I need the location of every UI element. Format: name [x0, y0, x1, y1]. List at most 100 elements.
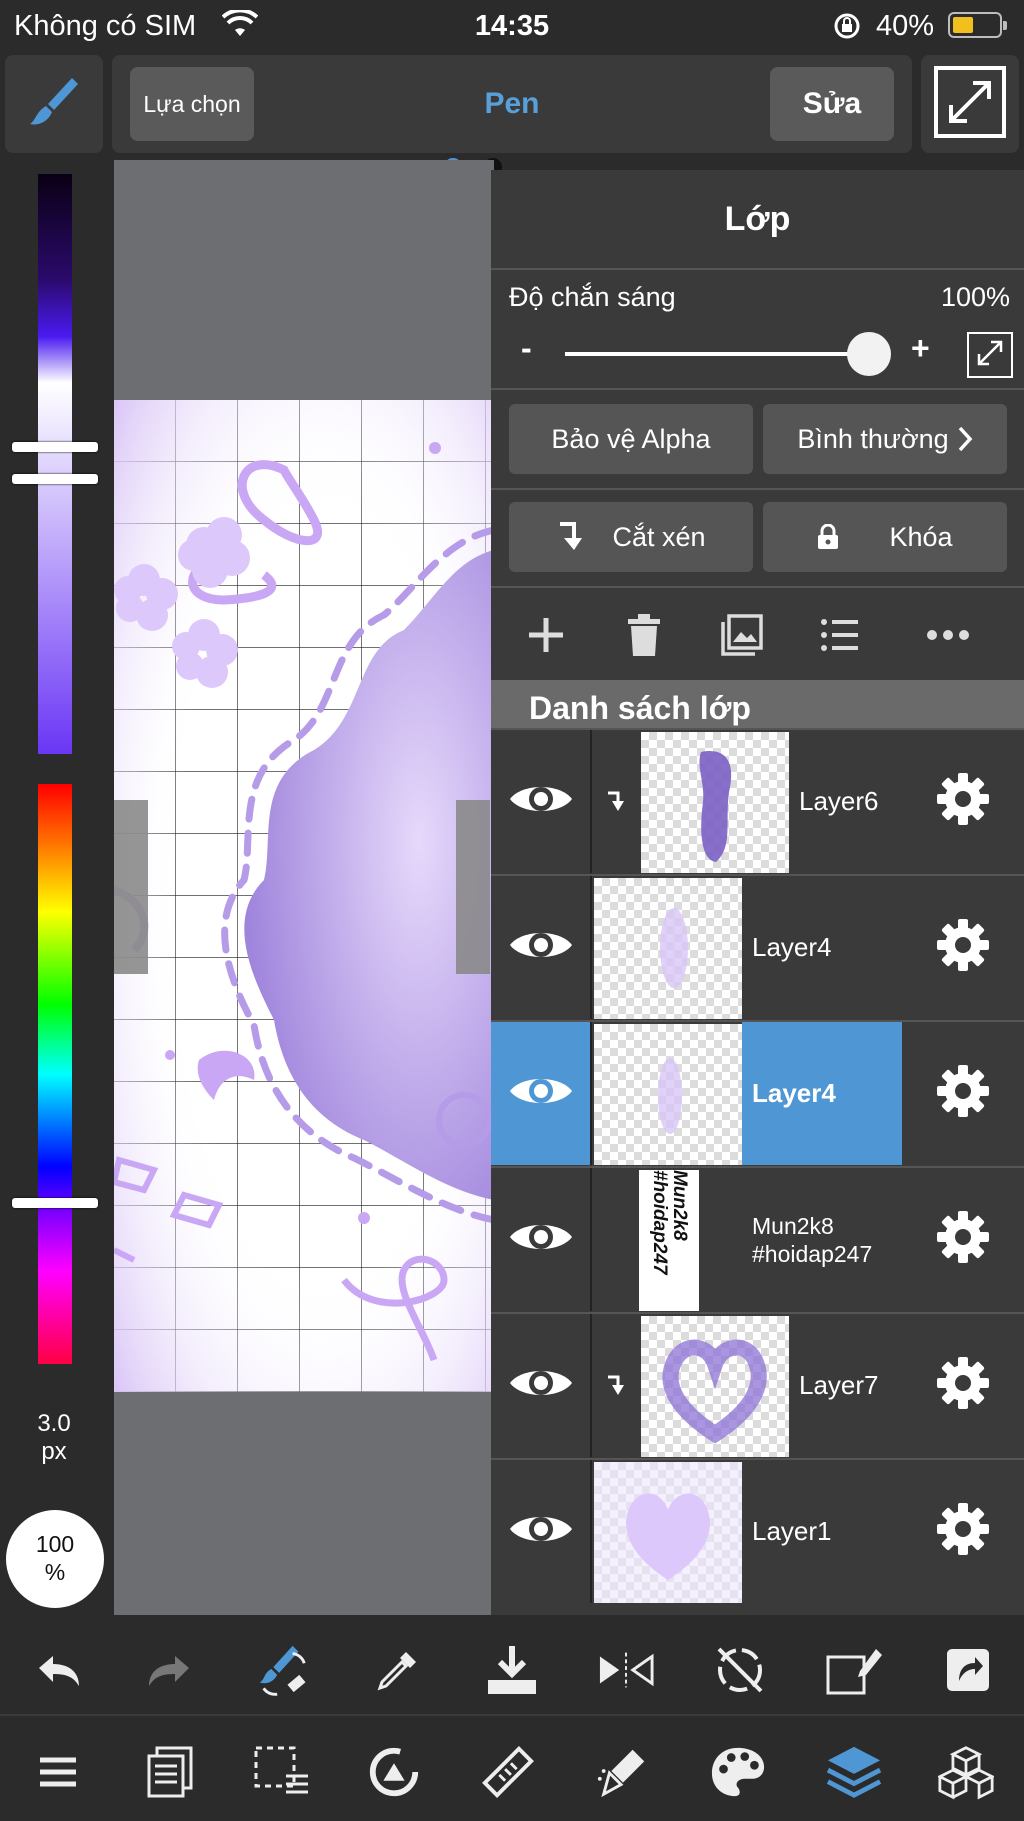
clipping-label: Cắt xén [612, 521, 706, 552]
layer-name: Mun2k8 #hoidap247 [752, 1212, 873, 1267]
canvas-area[interactable] [114, 160, 494, 1615]
opacity-decrease-button[interactable]: - [521, 330, 532, 367]
pages-icon[interactable] [142, 1744, 198, 1800]
filter-pen-icon[interactable] [594, 1744, 650, 1800]
visibility-toggle[interactable] [491, 1460, 592, 1603]
brush-size-unit: px [41, 1438, 67, 1465]
opacity-increase-button[interactable]: + [911, 330, 930, 367]
layer-row[interactable]: Mun2k8 #hoidap247 Mun2k8 #hoidap247 [491, 1166, 1024, 1311]
layer-opacity-slider-knob[interactable] [847, 332, 891, 376]
layer-settings-button[interactable] [902, 1022, 1024, 1165]
undo-icon[interactable] [30, 1642, 86, 1698]
brush-opacity-value: 100 [35, 1531, 75, 1557]
save-download-icon[interactable] [484, 1642, 540, 1698]
brush-opacity-unit: % [44, 1559, 66, 1585]
layers-icon[interactable] [826, 1744, 882, 1800]
layer-opacity-label: Độ chắn sáng [509, 282, 676, 312]
hue-slider-handle[interactable] [12, 1198, 98, 1208]
brush-opacity-button[interactable]: 100 % [6, 1510, 104, 1608]
clip-indicator-icon [592, 1314, 638, 1457]
layer-panel-title: Lớp [724, 200, 791, 238]
redo-icon[interactable] [142, 1642, 198, 1698]
layer-thumbnail [594, 1462, 742, 1603]
menu-icon[interactable] [30, 1744, 86, 1800]
lock-button[interactable]: Khóa [763, 502, 1007, 572]
layer-list-icon[interactable] [815, 610, 865, 660]
visibility-toggle[interactable] [491, 1022, 592, 1165]
brightness-slider-handle-bottom[interactable] [12, 474, 98, 484]
layer-actions-row [491, 590, 1024, 680]
blend-mode-label: Bình thường [797, 423, 949, 454]
ruler-icon[interactable] [480, 1744, 536, 1800]
gear-icon [935, 1063, 991, 1124]
panel-expand-button[interactable] [967, 332, 1013, 378]
eye-icon [508, 779, 574, 824]
layer-name: Layer4 [752, 932, 832, 962]
selection-tool-icon[interactable] [254, 1744, 310, 1800]
brush-icon [24, 72, 84, 137]
more-options-icon[interactable] [923, 610, 973, 660]
fullscreen-button[interactable] [921, 55, 1019, 153]
layer-settings-button[interactable] [902, 1460, 1024, 1603]
share-icon[interactable] [940, 1642, 996, 1698]
visibility-toggle[interactable] [491, 730, 592, 873]
visibility-toggle[interactable] [491, 1314, 592, 1457]
brightness-slider-handle-top[interactable] [12, 442, 98, 452]
alpha-protect-button[interactable]: Bảo vệ Alpha [509, 404, 753, 474]
layer-thumbnail [641, 732, 789, 873]
layer-settings-button[interactable] [902, 876, 1024, 1019]
import-image-icon[interactable] [717, 610, 767, 660]
lock-label: Khóa [889, 521, 953, 552]
alpha-protect-label: Bảo vệ Alpha [551, 423, 711, 454]
add-layer-icon[interactable] [521, 610, 571, 660]
eyedropper-icon[interactable] [370, 1642, 426, 1698]
rotate-lock-off-icon[interactable] [712, 1642, 768, 1698]
delete-layer-icon[interactable] [619, 610, 669, 660]
rotate-canvas-icon[interactable] [366, 1744, 422, 1800]
layer-row[interactable]: Layer4 [491, 874, 1024, 1019]
clipping-icon [556, 522, 583, 552]
layer-row-selected[interactable]: Layer4 [491, 1020, 1024, 1165]
layer-name: Layer6 [799, 786, 879, 816]
artboard[interactable] [114, 400, 494, 1392]
layer-panel: Lớp Độ chắn sáng 100% - + Bảo vệ Alpha B… [491, 170, 1024, 1615]
canvas-left-scroll-tab[interactable] [114, 800, 148, 974]
gear-icon [935, 1355, 991, 1416]
action-toolbar [0, 1620, 1024, 1716]
brightness-slider[interactable] [38, 174, 72, 754]
layer-opacity-slider[interactable] [565, 352, 865, 356]
rotation-lock-icon [832, 11, 862, 46]
transform-edit-icon[interactable] [826, 1642, 882, 1698]
edit-button[interactable]: Sửa [770, 67, 894, 141]
layer-row[interactable]: Layer1 [491, 1458, 1024, 1603]
brush-size-value: 3.0 [37, 1410, 71, 1437]
layer-row[interactable]: Layer7 [491, 1312, 1024, 1457]
visibility-toggle[interactable] [491, 876, 592, 1019]
brush-tool-button[interactable] [5, 55, 103, 153]
layer-name: Layer7 [799, 1370, 879, 1400]
gear-icon [935, 1209, 991, 1270]
brush-eraser-switch-icon[interactable] [254, 1642, 310, 1698]
canvas-right-scroll-tab[interactable] [456, 800, 490, 974]
top-toolbar: Lựa chọn Pen Sửa [112, 55, 912, 153]
battery-percent: 40% [876, 10, 935, 42]
layer-settings-button[interactable] [902, 1168, 1024, 1311]
layer-row[interactable]: Layer6 [491, 728, 1024, 873]
color-palette-icon[interactable] [710, 1744, 766, 1800]
gear-icon [935, 917, 991, 978]
clipping-button[interactable]: Cắt xén [509, 502, 753, 572]
layer-settings-button[interactable] [902, 730, 1024, 873]
eye-icon [508, 1217, 574, 1262]
artwork-illustration [114, 400, 494, 1392]
layer-name: Layer1 [752, 1516, 832, 1546]
flip-horizontal-icon[interactable] [598, 1642, 654, 1698]
status-bar: Không có SIM 14:35 40% [0, 0, 1024, 52]
layer-settings-button[interactable] [902, 1314, 1024, 1457]
brush-size-readout[interactable]: 3.0 px [0, 1410, 108, 1466]
hue-slider[interactable] [38, 784, 72, 1364]
eye-icon [508, 1363, 574, 1408]
battery-icon [948, 12, 1007, 38]
blend-mode-button[interactable]: Bình thường [763, 404, 1007, 474]
visibility-toggle[interactable] [491, 1168, 592, 1311]
materials-cubes-icon[interactable] [938, 1744, 994, 1800]
